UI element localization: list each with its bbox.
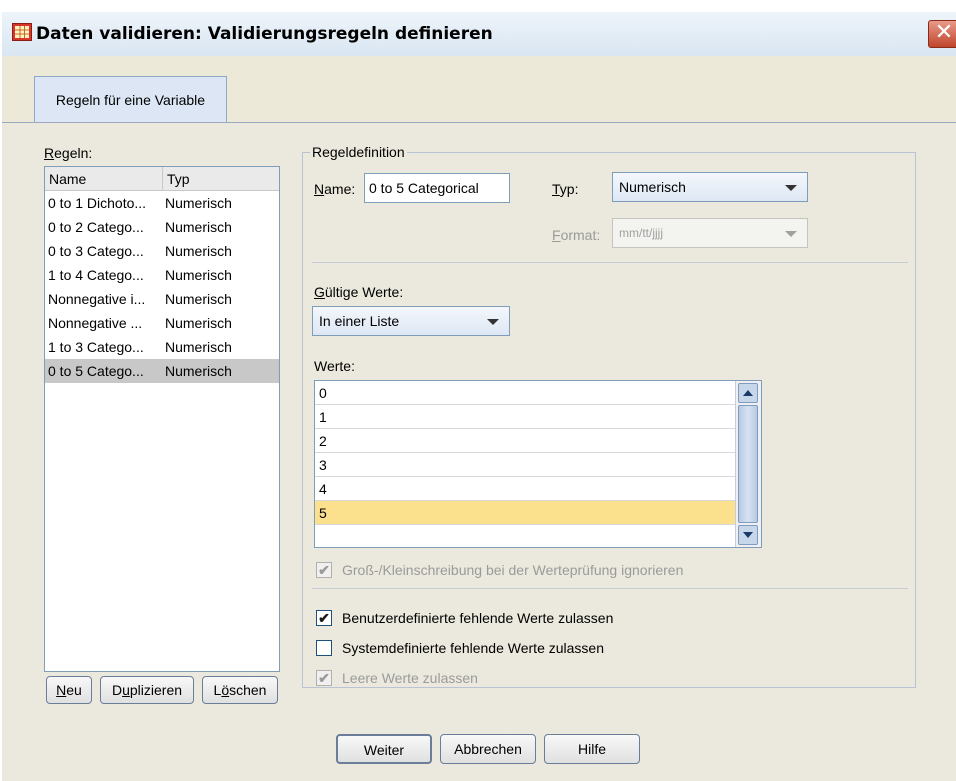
continue-button[interactable]: Weiter bbox=[336, 734, 432, 764]
user-missing-checkbox[interactable]: ✔ bbox=[316, 610, 332, 626]
type-label: Typ: bbox=[552, 181, 579, 197]
values-list[interactable]: 012345 bbox=[314, 380, 762, 548]
rule-type-cell: Numerisch bbox=[165, 267, 232, 283]
rule-row[interactable]: 1 to 3 Catego... Numerisch bbox=[45, 335, 279, 359]
ignore-case-label: Groß-/Kleinschreibung bei der Werteprüfu… bbox=[342, 562, 684, 578]
valid-values-dropdown[interactable]: In einer Liste bbox=[312, 306, 510, 336]
rules-list[interactable]: Name Typ 0 to 1 Dichoto... Numerisch 0 to … bbox=[44, 166, 280, 672]
rules-label: Regeln: bbox=[44, 145, 93, 161]
system-missing-checkbox[interactable] bbox=[316, 640, 332, 656]
scroll-down-button[interactable] bbox=[738, 525, 758, 545]
valid-values-dropdown-value: In einer Liste bbox=[319, 313, 400, 329]
system-missing-label[interactable]: Systemdefinierte fehlende Werte zulassen bbox=[342, 640, 604, 656]
scroll-up-button[interactable] bbox=[738, 383, 758, 403]
value-row[interactable]: 2 bbox=[315, 429, 735, 453]
name-label: Name: bbox=[314, 181, 356, 197]
tab-single-variable-rules[interactable]: Regeln für eine Variable bbox=[34, 76, 227, 122]
type-dropdown[interactable]: Numerisch bbox=[612, 172, 808, 202]
table-app-icon bbox=[12, 23, 32, 41]
column-header-name[interactable]: Name bbox=[45, 167, 163, 191]
help-button[interactable]: Hilfe bbox=[544, 734, 640, 764]
rule-type-cell: Numerisch bbox=[165, 339, 232, 355]
rule-type-cell: Numerisch bbox=[165, 291, 232, 307]
format-label: Format: bbox=[552, 227, 601, 243]
format-dropdown: mm/tt/jjjj bbox=[612, 218, 808, 248]
checkmark-icon: ✔ bbox=[318, 670, 330, 686]
rule-definition-title: Regeldefinition bbox=[310, 144, 407, 160]
window-title: Daten validieren: Validierungsregeln def… bbox=[36, 24, 493, 44]
rule-type-cell: Numerisch bbox=[165, 363, 232, 379]
format-dropdown-value: mm/tt/jjjj bbox=[619, 226, 663, 240]
value-row[interactable]: 4 bbox=[315, 477, 735, 501]
divider bbox=[312, 588, 908, 589]
rule-type-cell: Numerisch bbox=[165, 315, 232, 331]
scroll-thumb[interactable] bbox=[738, 405, 758, 523]
empty-values-checkbox: ✔ bbox=[316, 670, 332, 686]
user-missing-label[interactable]: Benutzerdefinierte fehlende Werte zulass… bbox=[342, 610, 613, 626]
rule-row[interactable]: 0 to 1 Dichoto... Numerisch bbox=[45, 191, 279, 215]
rule-name-cell: 0 to 5 Catego... bbox=[48, 363, 144, 379]
rule-row[interactable]: 0 to 3 Catego... Numerisch bbox=[45, 239, 279, 263]
close-button[interactable]: ✕ bbox=[928, 20, 956, 48]
rule-row[interactable]: 0 to 2 Catego... Numerisch bbox=[45, 215, 279, 239]
rule-name-cell: Nonnegative ... bbox=[48, 315, 143, 331]
checkmark-icon: ✔ bbox=[318, 562, 330, 578]
value-row[interactable]: 3 bbox=[315, 453, 735, 477]
value-row[interactable]: 0 bbox=[315, 381, 735, 405]
value-row[interactable]: 1 bbox=[315, 405, 735, 429]
duplicate-rule-button[interactable]: Duplizieren bbox=[100, 676, 194, 704]
arrow-down-icon bbox=[743, 532, 753, 538]
type-dropdown-value: Numerisch bbox=[619, 179, 686, 195]
rule-row[interactable]: Nonnegative ... Numerisch bbox=[45, 311, 279, 335]
rule-row[interactable]: 1 to 4 Catego... Numerisch bbox=[45, 263, 279, 287]
checkmark-icon: ✔ bbox=[318, 610, 330, 626]
rule-name-cell: 0 to 2 Catego... bbox=[48, 219, 144, 235]
cancel-button[interactable]: Abbrechen bbox=[440, 734, 536, 764]
rule-name-cell: 1 to 3 Catego... bbox=[48, 339, 144, 355]
rule-name-cell: Nonnegative i... bbox=[48, 291, 146, 307]
rule-type-cell: Numerisch bbox=[165, 219, 232, 235]
arrow-up-icon bbox=[743, 390, 753, 396]
column-header-type[interactable]: Typ bbox=[163, 167, 279, 191]
rule-row[interactable]: 0 to 5 Catego... Numerisch bbox=[45, 359, 279, 383]
rule-name-cell: 1 to 4 Catego... bbox=[48, 267, 144, 283]
chevron-down-icon bbox=[785, 231, 797, 237]
value-row[interactable] bbox=[315, 525, 735, 547]
rule-name-input[interactable]: 0 to 5 Categorical bbox=[364, 173, 510, 203]
chevron-down-icon bbox=[487, 319, 499, 325]
rule-name-cell: 0 to 1 Dichoto... bbox=[48, 195, 147, 211]
rule-type-cell: Numerisch bbox=[165, 243, 232, 259]
new-rule-button[interactable]: Neu bbox=[46, 676, 92, 704]
values-scrollbar[interactable] bbox=[735, 381, 761, 547]
ignore-case-checkbox: ✔ bbox=[316, 562, 332, 578]
chevron-down-icon bbox=[785, 185, 797, 191]
empty-values-label: Leere Werte zulassen bbox=[342, 670, 478, 686]
rule-name-cell: 0 to 3 Catego... bbox=[48, 243, 144, 259]
valid-values-label: Gültige Werte: bbox=[314, 284, 404, 300]
rule-row[interactable]: Nonnegative i... Numerisch bbox=[45, 287, 279, 311]
values-label: Werte: bbox=[314, 358, 355, 374]
rule-type-cell: Numerisch bbox=[165, 195, 232, 211]
divider bbox=[312, 262, 908, 263]
delete-rule-button[interactable]: Löschen bbox=[202, 676, 278, 704]
value-row[interactable]: 5 bbox=[315, 501, 735, 525]
